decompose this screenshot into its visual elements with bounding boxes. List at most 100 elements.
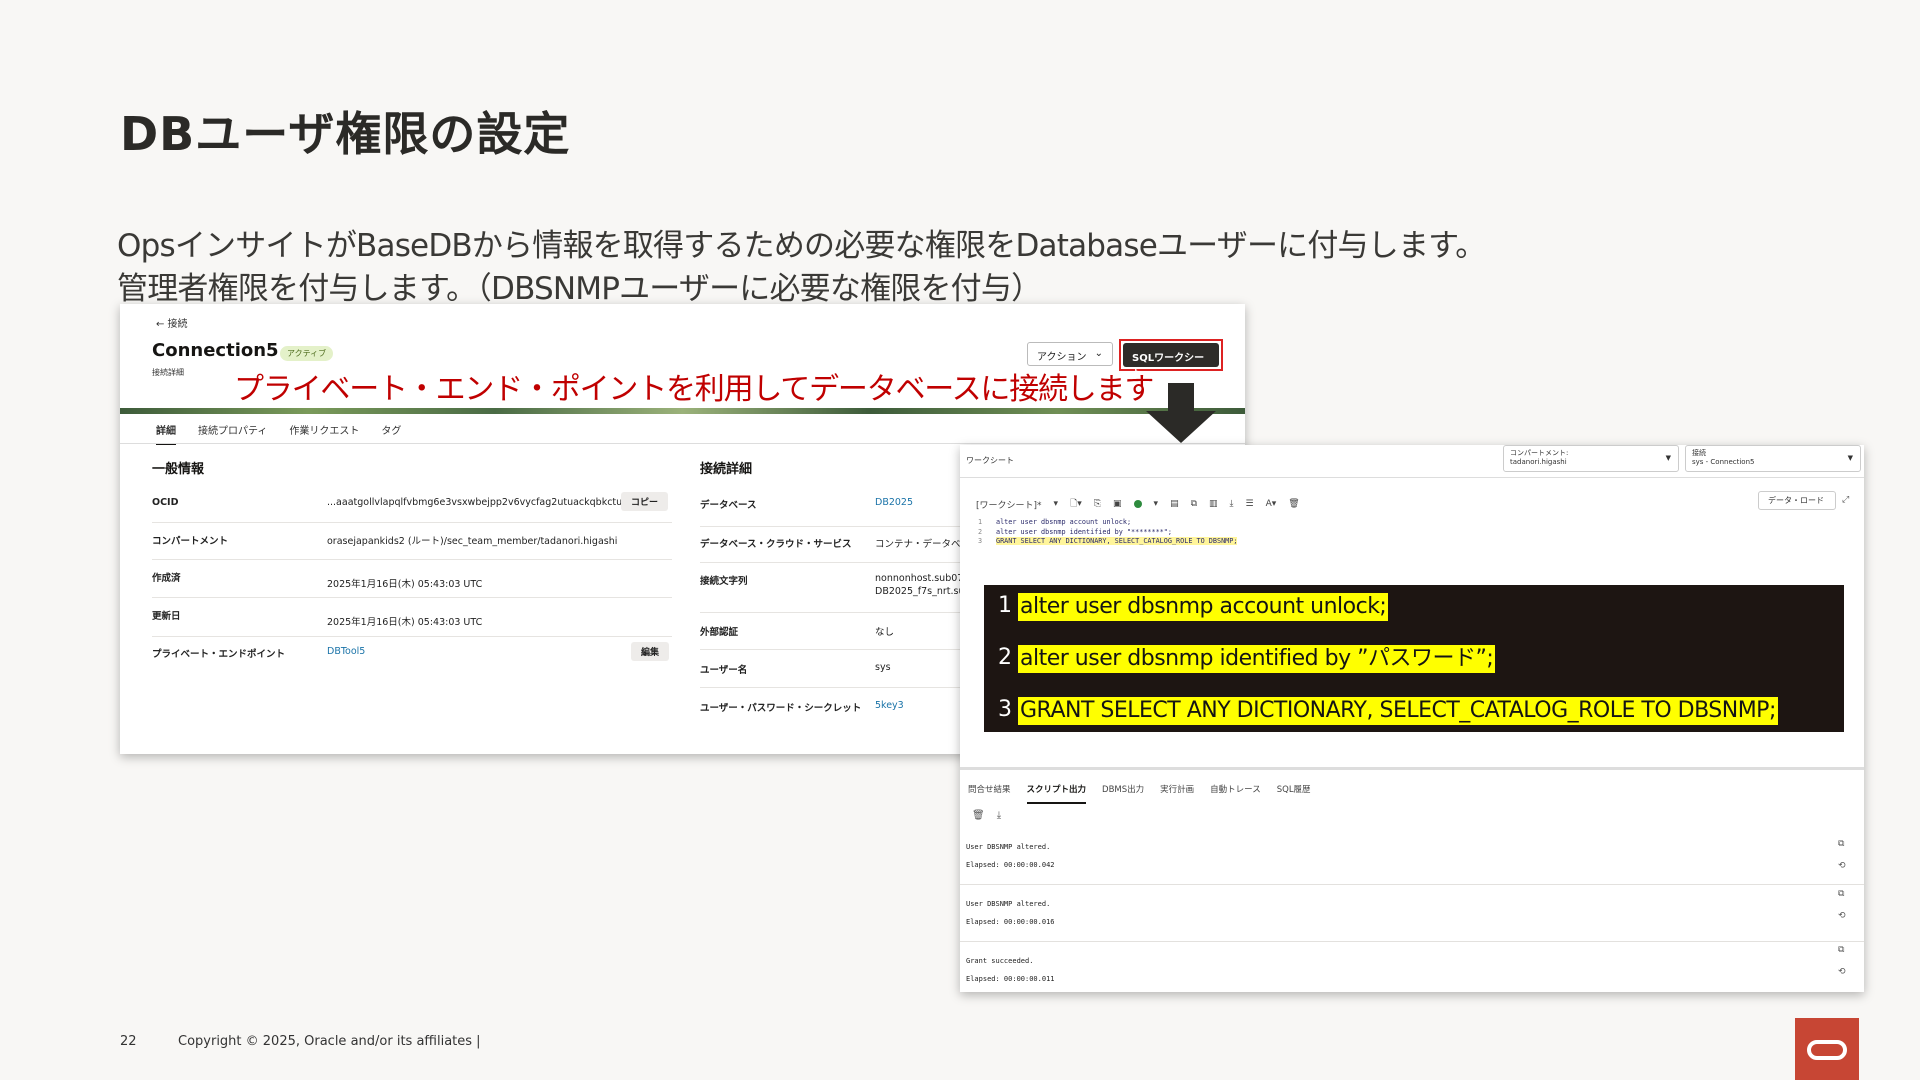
copyright-text: Copyright © 2025, Oracle and/or its affi… <box>178 1034 481 1049</box>
save-icon[interactable]: ▣ <box>1113 499 1122 509</box>
sql-editor[interactable]: 1 alter user dbsnmp account unlock; 2 alte… <box>978 518 1238 547</box>
output-divider <box>960 884 1864 885</box>
row-divider <box>152 597 672 598</box>
connection-select[interactable]: 接続 sys - Connection5 ▼ <box>1685 445 1861 472</box>
info-value: 2025年1月16日(木) 05:43:03 UTC <box>327 579 483 590</box>
download-output-icon[interactable]: ⤓ <box>997 810 1001 821</box>
private-endpoint-note: プライベート・エンド・ポイントを利用してデータベースに接続します <box>234 372 1154 407</box>
connection-details-title: 接続詳細 <box>700 462 753 477</box>
copy-icon[interactable]: ⧉ <box>1838 889 1844 899</box>
run-script-icon[interactable]: ▤ <box>1170 499 1179 509</box>
info-value: 2025年1月16日(木) 05:43:03 UTC <box>327 617 483 628</box>
clear-output-icon[interactable]: 🗑 <box>972 810 985 821</box>
worksheet-menu[interactable]: [ワークシート]* <box>976 498 1042 511</box>
intro-line-1: OpsインサイトがBaseDBから情報を取得するための必要な権限をDatabas… <box>117 228 1486 264</box>
copy-icon[interactable]: ⧉ <box>1838 945 1844 955</box>
tab-connection-properties[interactable]: 接続プロパティ <box>198 422 267 445</box>
worksheet-title: ワークシート <box>966 456 1014 465</box>
explain-icon[interactable]: ⧉ <box>1191 499 1197 509</box>
row-divider <box>152 522 672 523</box>
back-link[interactable]: ← 接続 <box>156 315 188 330</box>
info-value: orasejapankids2 (ルート)/sec_team_member/ta… <box>327 536 618 547</box>
general-info-title: 一般情報 <box>152 462 205 477</box>
detail-label: データベース <box>700 500 757 511</box>
info-label: OCID <box>152 497 179 508</box>
detail-label: 外部認証 <box>700 627 739 638</box>
compartment-label: コンパートメント: <box>1510 449 1569 457</box>
output-elapsed: Elapsed: 00:00:00.042 <box>966 861 1055 869</box>
detail-label: ユーザー名 <box>700 665 748 676</box>
tab-query-result[interactable]: 問合せ結果 <box>968 783 1011 804</box>
info-label: 作成済 <box>152 573 181 584</box>
data-load-button[interactable]: データ・ロード <box>1758 491 1836 510</box>
caret-down-icon: ▾ <box>1053 499 1059 509</box>
history-icon[interactable]: ⟲ <box>1838 967 1846 977</box>
detail-label: 接続文字列 <box>700 576 748 587</box>
status-badge: アクティブ <box>280 346 334 361</box>
download-icon[interactable]: ⤓ <box>1230 499 1234 509</box>
editor-line: 1 alter user dbsnmp account unlock; <box>978 518 1132 526</box>
detail-value: なし <box>875 627 895 638</box>
caret-down-icon: ▼ <box>1665 454 1671 462</box>
output-divider <box>960 941 1864 942</box>
edit-button[interactable]: 編集 <box>631 642 670 661</box>
page-number: 22 <box>120 1034 137 1049</box>
detail-tabs: 詳細 接続プロパティ 作業リクエスト タグ <box>156 422 401 445</box>
editor-line: 3 GRANT SELECT ANY DICTIONARY, SELECT_CAT… <box>978 537 1238 545</box>
header-divider <box>960 477 1864 478</box>
info-value: ...aaatgollvlapqlfvbmg6e3vsxwbejpp2v6vyc… <box>327 497 635 508</box>
detail-value: コンテナ・データベ <box>875 539 961 550</box>
info-label: 更新日 <box>152 611 181 622</box>
compartment-value: tadanori.higashi <box>1510 458 1567 466</box>
new-file-icon[interactable]: 🗋▾ <box>1070 496 1082 512</box>
detail-label: データベース・クラウド・サービス <box>700 539 852 550</box>
tab-explain-plan[interactable]: 実行計画 <box>1160 783 1194 804</box>
expand-icon[interactable]: ⤢ <box>1842 495 1849 505</box>
run-icon[interactable] <box>1133 500 1142 508</box>
detail-value: sys <box>875 662 891 673</box>
secret-link[interactable]: 5key3 <box>875 700 904 711</box>
connection-value: sys - Connection5 <box>1692 458 1755 466</box>
tab-divider <box>120 443 1245 444</box>
code-line: 3 GRANT SELECT ANY DICTIONARY, SELECT_CAT… <box>998 697 1778 725</box>
highlighted-code-callout: 1 alter user dbsnmp account unlock; 2 alte… <box>984 585 1844 732</box>
editor-line: 2 alter user dbsnmp identified by "******… <box>978 527 1172 536</box>
compartment-select[interactable]: コンパートメント: tadanori.higashi ▼ <box>1503 445 1679 472</box>
autotrace-icon[interactable]: ▥ <box>1209 499 1218 509</box>
code-line: 2 alter user dbsnmp identified by ”パスワード”… <box>998 645 1496 673</box>
arrow-down-icon <box>1146 383 1216 443</box>
trash-icon[interactable]: 🗑 <box>1288 499 1299 509</box>
action-label: アクション <box>1037 352 1087 363</box>
open-icon[interactable]: ⎘ <box>1094 499 1101 509</box>
tab-dbms-output[interactable]: DBMS出力 <box>1102 783 1144 804</box>
tab-work-requests[interactable]: 作業リクエスト <box>289 422 359 445</box>
history-icon[interactable]: ⟲ <box>1838 911 1846 921</box>
info-label: コンパートメント <box>152 536 229 547</box>
database-link[interactable]: DB2025 <box>875 497 913 508</box>
worksheet-toolbar: [ワークシート]* ▾ 🗋▾ ⎘ ▣ ▾ ▤ ⧉ ▥ ⤓ ☰ A▾ 🗑 <box>976 496 1300 512</box>
connection-name: Connection5 <box>152 340 279 361</box>
oracle-ring-icon <box>1807 1040 1847 1060</box>
output-message: User DBSNMP altered. <box>966 843 1051 851</box>
format-icon[interactable]: ☰ <box>1246 499 1254 509</box>
run-menu-caret-icon[interactable]: ▾ <box>1154 499 1159 509</box>
caret-down-icon: ▼ <box>1847 454 1853 462</box>
output-message: User DBSNMP altered. <box>966 900 1051 908</box>
pane-splitter[interactable] <box>960 767 1864 770</box>
info-label: プライベート・エンドポイント <box>152 649 286 660</box>
tab-autotrace[interactable]: 自動トレース <box>1210 783 1261 804</box>
tab-details[interactable]: 詳細 <box>156 422 176 445</box>
tab-script-output[interactable]: スクリプト出力 <box>1026 783 1087 804</box>
private-endpoint-link[interactable]: DBTool5 <box>327 646 365 657</box>
copy-button[interactable]: コピー <box>621 492 669 511</box>
output-tabs: 問合せ結果 スクリプト出力 DBMS出力 実行計画 自動トレース SQL履歴 <box>968 783 1311 804</box>
history-icon[interactable]: ⟲ <box>1838 861 1846 871</box>
tab-tags[interactable]: タグ <box>381 422 401 445</box>
connection-subtitle: 接続詳細 <box>152 368 184 377</box>
text-style-icon[interactable]: A▾ <box>1266 499 1277 509</box>
action-menu-button[interactable]: アクション ⌄ <box>1027 342 1113 366</box>
row-divider <box>152 559 672 560</box>
copy-icon[interactable]: ⧉ <box>1838 839 1844 849</box>
tab-sql-history[interactable]: SQL履歴 <box>1277 783 1311 804</box>
intro-text: OpsインサイトがBaseDBから情報を取得するための必要な権限をDatabas… <box>117 225 1486 311</box>
